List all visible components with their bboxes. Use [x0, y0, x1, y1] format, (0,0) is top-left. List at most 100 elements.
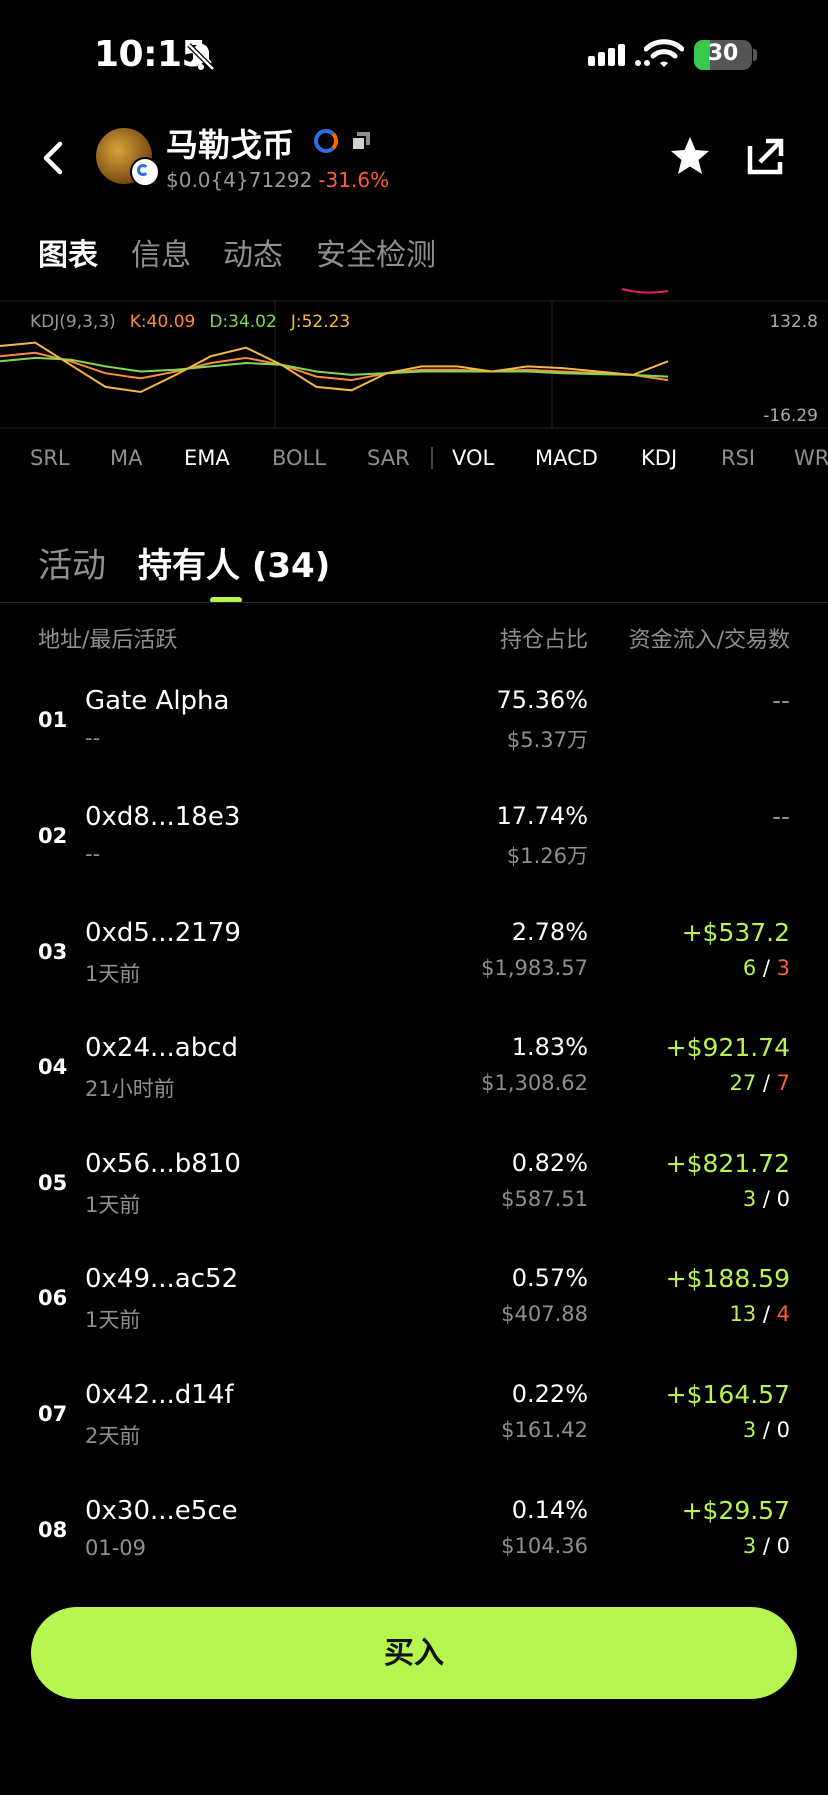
holder-address[interactable]: 0xd8...18e3	[85, 802, 240, 832]
holder-address[interactable]: 0x49...ac52	[85, 1264, 238, 1294]
indicator-ma[interactable]: MA	[110, 446, 142, 470]
holder-value-usd: $1,308.62	[481, 1071, 588, 1095]
holder-row[interactable]: 08 0x30...e5ce 01-09 0.14% $104.36 +$29.57 3 /…	[0, 1476, 828, 1592]
kdj-chart[interactable]	[0, 285, 828, 430]
holder-trade-count: 3 / 0	[743, 1418, 790, 1442]
holder-share-pct: 2.78%	[511, 918, 588, 946]
sell-count: 0	[776, 1418, 790, 1442]
indicator-rsi[interactable]: RSI	[721, 446, 755, 470]
axis-min-label: -16.29	[763, 406, 818, 426]
holder-rank: 08	[38, 1518, 68, 1542]
holder-rank: 06	[38, 1286, 68, 1310]
holder-trade-count: 13 / 4	[729, 1302, 790, 1326]
holder-address[interactable]: 0xd5...2179	[85, 918, 241, 948]
holder-row[interactable]: 04 0x24...abcd 21小时前 1.83% $1,308.62 +$921.74…	[0, 1013, 828, 1129]
holder-share-pct: 0.14%	[511, 1496, 588, 1524]
holder-share-pct: 0.57%	[511, 1264, 588, 1292]
indicator-vol[interactable]: VOL	[452, 446, 494, 470]
holder-share-pct: 75.36%	[496, 686, 588, 714]
tab-chart[interactable]: 图表	[38, 230, 98, 274]
holder-rank: 02	[38, 824, 68, 848]
holder-value-usd: $587.51	[501, 1187, 588, 1211]
holder-trade-count: 27 / 7	[729, 1071, 790, 1095]
holder-address[interactable]: 0x56...b810	[85, 1149, 241, 1179]
trade-separator: /	[756, 956, 777, 980]
holder-trade-count: 3 / 0	[743, 1534, 790, 1558]
col-share[interactable]: 持仓占比	[500, 622, 588, 654]
trade-separator: /	[756, 1187, 777, 1211]
coin-price-line: $0.0{4}71292 -31.6%	[166, 168, 389, 192]
sell-count: 4	[776, 1302, 790, 1326]
indicator-ema[interactable]: EMA	[184, 446, 230, 470]
holder-trade-count: 3 / 0	[743, 1187, 790, 1211]
col-flow[interactable]: 资金流入/交易数	[629, 622, 790, 654]
holder-rank: 07	[38, 1402, 68, 1426]
kdj-j-value: J:52.23	[290, 312, 351, 332]
back-arrow-icon[interactable]	[38, 140, 68, 176]
kdj-d-value: D:34.02	[209, 312, 277, 332]
indicator-sar[interactable]: SAR	[367, 446, 410, 470]
mute-bell-icon	[187, 43, 215, 71]
divider	[0, 602, 828, 603]
tab-holders[interactable]: 持有人 (34)	[138, 538, 330, 587]
holder-address[interactable]: Gate Alpha	[85, 686, 229, 716]
holder-row[interactable]: 01 Gate Alpha -- 75.36% $5.37万 --	[0, 666, 828, 782]
tab-info[interactable]: 信息	[131, 230, 191, 274]
tab-activity[interactable]: 活动	[38, 538, 106, 587]
holder-last-active: 01-09	[85, 1536, 147, 1560]
holder-share-pct: 0.22%	[511, 1380, 588, 1408]
tab-activity-feed[interactable]: 动态	[223, 230, 283, 274]
holder-inflow: +$188.59	[665, 1264, 790, 1293]
indicator-divider	[431, 447, 433, 469]
holder-trade-count: 6 / 3	[743, 956, 790, 980]
buy-button[interactable]: 买入	[31, 1607, 797, 1699]
indicator-macd[interactable]: MACD	[535, 446, 598, 470]
share-icon[interactable]	[746, 136, 786, 176]
indicator-boll[interactable]: BOLL	[272, 446, 326, 470]
holder-value-usd: $1.26万	[506, 844, 588, 868]
holder-inflow: +$29.57	[681, 1496, 790, 1525]
sell-count: 0	[776, 1187, 790, 1211]
buy-count: 3	[742, 1187, 757, 1211]
holder-row[interactable]: 05 0x56...b810 1天前 0.82% $587.51 +$821.72 3 / …	[0, 1129, 828, 1245]
wifi-icon	[644, 39, 684, 67]
indicator-kdj[interactable]: KDJ	[641, 446, 677, 470]
holder-value-usd: $104.36	[501, 1534, 588, 1558]
holder-last-active: 2天前	[85, 1424, 141, 1448]
holder-row[interactable]: 07 0x42...d14f 2天前 0.22% $161.42 +$164.57 3 / …	[0, 1360, 828, 1476]
holder-row[interactable]: 02 0xd8...18e3 -- 17.74% $1.26万 --	[0, 782, 828, 898]
holder-rank: 04	[38, 1055, 68, 1079]
favorite-star-icon[interactable]	[668, 134, 712, 178]
holder-last-active: 21小时前	[85, 1077, 175, 1101]
indicator-srl[interactable]: SRL	[30, 446, 70, 470]
kdj-legend: KDJ(9,3,3) K:40.09 D:34.02 J:52.23	[30, 312, 350, 332]
tab-security-check[interactable]: 安全检测	[316, 230, 436, 274]
trade-separator: /	[756, 1534, 777, 1558]
holder-last-active: --	[85, 842, 101, 866]
holder-inflow: +$537.2	[681, 918, 790, 947]
holder-inflow: +$921.74	[665, 1033, 790, 1062]
holder-value-usd: $161.42	[501, 1418, 588, 1442]
holder-rank: 05	[38, 1171, 68, 1195]
holder-inflow: +$821.72	[665, 1149, 790, 1178]
col-address: 地址/最后活跃	[38, 628, 178, 653]
holder-address[interactable]: 0x42...d14f	[85, 1380, 234, 1410]
indicator-wr[interactable]: WR	[794, 446, 828, 470]
battery-level: 30	[707, 41, 739, 66]
axis-max-label: 132.8	[769, 312, 818, 332]
holder-address[interactable]: 0x30...e5ce	[85, 1496, 238, 1526]
kdj-k-value: K:40.09	[129, 312, 196, 332]
holder-value-usd: $5.37万	[506, 728, 588, 752]
sell-count: 0	[776, 1534, 790, 1558]
holder-row[interactable]: 03 0xd5...2179 1天前 2.78% $1,983.57 +$537.2 6 /…	[0, 898, 828, 1014]
coin-price: $0.0{4}71292	[166, 168, 313, 192]
holder-row[interactable]: 06 0x49...ac52 1天前 0.57% $407.88 +$188.59 13 /…	[0, 1244, 828, 1360]
holder-address[interactable]: 0x24...abcd	[85, 1033, 238, 1063]
holder-last-active: 1天前	[85, 1308, 141, 1332]
buy-count: 3	[742, 1534, 757, 1558]
kdj-indicator-name: KDJ(9,3,3)	[30, 312, 116, 332]
holder-last-active: 1天前	[85, 962, 141, 986]
buy-count: 27	[729, 1071, 757, 1095]
copy-icon[interactable]	[350, 130, 372, 152]
holder-rank: 03	[38, 940, 68, 964]
